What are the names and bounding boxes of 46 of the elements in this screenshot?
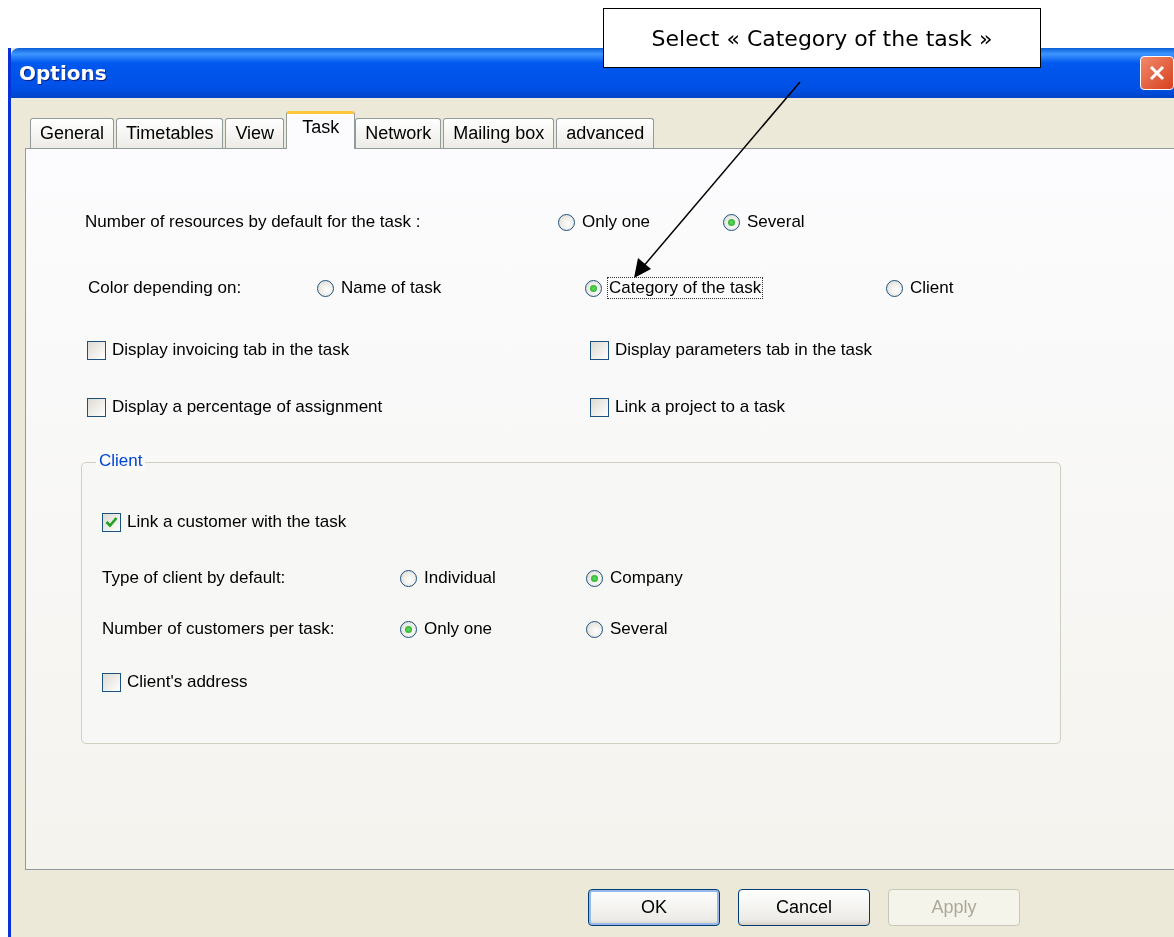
field-label: Number of customers per task: [102, 619, 336, 639]
radio-button[interactable]: Company [586, 567, 685, 589]
tab[interactable]: General [30, 118, 115, 148]
radio-button[interactable]: Several [723, 211, 807, 233]
window-title: Options [19, 61, 107, 85]
radio-indicator[interactable] [558, 213, 575, 231]
dialog-button[interactable]: Cancel [738, 889, 870, 926]
radio-button[interactable]: Only one [400, 618, 495, 640]
radio-indicator[interactable] [317, 279, 334, 297]
radio-indicator[interactable] [886, 279, 903, 297]
checkbox-indicator[interactable] [102, 672, 121, 692]
radio-button[interactable]: Name of task [317, 277, 444, 299]
radio-indicator[interactable] [586, 620, 603, 638]
radio-button[interactable]: Client [886, 277, 956, 299]
checkbox[interactable]: Link a project to a task [590, 397, 786, 417]
radio-button[interactable]: Several [586, 618, 670, 640]
tab[interactable]: View [225, 118, 285, 148]
callout-box: Select « Category of the task » [603, 8, 1041, 68]
tab[interactable]: Task [286, 111, 356, 149]
radio-indicator[interactable] [400, 620, 417, 638]
checkbox[interactable]: Display a percentage of assignment [87, 397, 383, 417]
close-button[interactable] [1140, 56, 1174, 90]
dialog-button[interactable]: OK [588, 889, 720, 926]
tab[interactable]: Mailing box [443, 118, 555, 148]
checkbox-indicator[interactable] [590, 397, 609, 417]
field-label: Number of resources by default for the task : [85, 212, 422, 232]
checkbox[interactable]: Link a customer with the task [102, 512, 347, 532]
radio-button[interactable]: Individual [400, 567, 498, 589]
tab[interactable]: Timetables [116, 118, 224, 148]
radio-indicator[interactable] [586, 569, 603, 587]
checkbox[interactable]: Display parameters tab in the task [590, 340, 872, 360]
checkbox-indicator[interactable] [87, 397, 106, 417]
radio-indicator[interactable] [585, 279, 602, 297]
tab[interactable]: advanced [556, 118, 655, 148]
radio-indicator[interactable] [723, 213, 740, 231]
radio-button[interactable]: Only one [558, 211, 653, 233]
close-icon [1148, 64, 1166, 82]
tab[interactable]: Network [355, 118, 442, 148]
field-label: Color depending on: [88, 278, 243, 298]
checkbox[interactable]: Display invoicing tab in the task [87, 340, 350, 360]
field-label: Type of client by default: [102, 568, 287, 588]
checkbox[interactable]: Client's address [102, 672, 248, 692]
checkbox-indicator[interactable] [590, 340, 609, 360]
checkbox-indicator[interactable] [102, 512, 121, 532]
radio-indicator[interactable] [400, 569, 417, 587]
checkbox-indicator[interactable] [87, 340, 106, 360]
